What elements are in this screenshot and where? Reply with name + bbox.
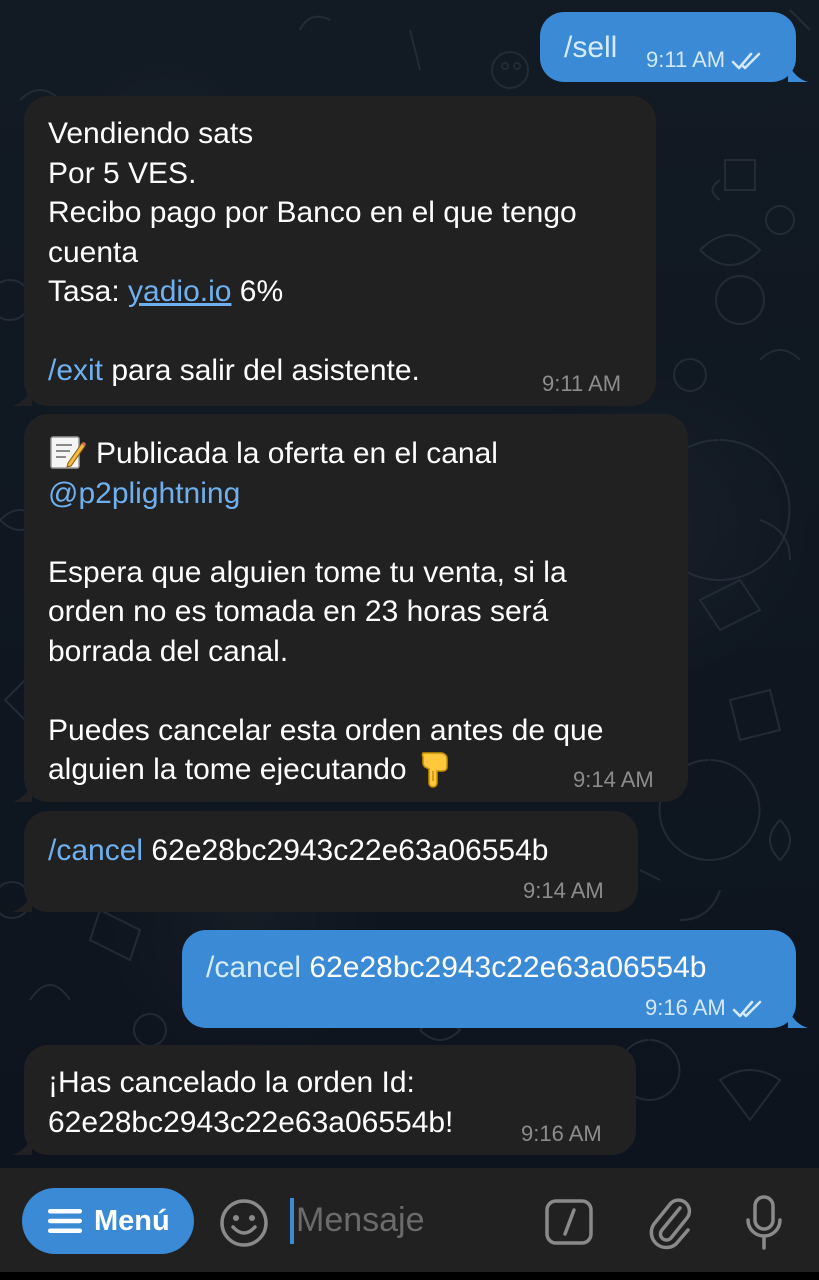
- menu-button[interactable]: Menú: [22, 1188, 194, 1254]
- message-line: 62e28bc2943c22e63a06554b!: [48, 1105, 454, 1139]
- bubble-tail: [12, 1135, 32, 1155]
- exit-line: /exit para salir del asistente.: [48, 354, 420, 387]
- incoming-message-cancel-command[interactable]: /cancel 62e28bc2943c22e63a06554b 9:14 AM: [12, 811, 638, 912]
- rate-line: Tasa: yadio.io 6%: [48, 275, 284, 308]
- message-line: Vendiendo sats: [48, 117, 254, 150]
- read-checks-icon: [731, 52, 761, 70]
- message-line: Recibo pago por Banco en el que tengo: [48, 196, 577, 229]
- bubble-tail: [788, 62, 808, 82]
- message-time: 9:11 AM: [646, 48, 763, 72]
- incoming-message-cancelled[interactable]: ¡Has cancelado la orden Id: 62e28bc2943c…: [12, 1045, 636, 1155]
- outgoing-message-sell[interactable]: /sell 9:11 AM: [540, 12, 808, 82]
- menu-label: Menú: [94, 1204, 170, 1237]
- incoming-message-sell-info[interactable]: Vendiendo sats Por 5 VES. Recibo pago po…: [12, 96, 656, 406]
- message-time: 9:11 AM: [542, 371, 622, 396]
- message-line: cuenta: [48, 235, 139, 269]
- message-line: Espera que alguien tome tu venta, si la: [48, 555, 567, 589]
- message-time: 9:14 AM: [523, 878, 604, 903]
- cancel-command[interactable]: /cancel: [206, 951, 301, 984]
- bubble-tail: [12, 386, 32, 406]
- order-id: 62e28bc2943c22e63a06554b: [143, 834, 549, 867]
- cancel-line: /cancel 62e28bc2943c22e63a06554b: [48, 831, 548, 871]
- memo-emoji-icon: [50, 436, 86, 469]
- message-input-bar: Menú: [0, 1168, 819, 1280]
- paperclip-icon[interactable]: [646, 1194, 694, 1250]
- microphone-icon[interactable]: [744, 1194, 784, 1252]
- outgoing-message-cancel[interactable]: /cancel 62e28bc2943c22e63a06554b 9:16 AM: [182, 930, 808, 1028]
- system-nav-bar: [0, 1272, 819, 1280]
- exit-command[interactable]: /exit: [48, 354, 103, 387]
- message-time: 9:16 AM: [521, 1121, 602, 1146]
- cancel-command[interactable]: /cancel: [48, 834, 143, 867]
- emoji-icon[interactable]: [218, 1197, 270, 1249]
- message-line: orden no es tomada en 23 horas será: [48, 595, 549, 628]
- message-time: 9:16 AM: [645, 996, 764, 1020]
- order-id: 62e28bc2943c22e63a06554b: [301, 951, 707, 984]
- yadio-link[interactable]: yadio.io: [128, 275, 231, 308]
- bubble-tail: [788, 1008, 808, 1028]
- bubble-tail: [12, 782, 32, 802]
- message-line-last: alguien la tome ejecutando: [48, 750, 603, 790]
- published-line: Publicada la oferta en el canal: [48, 434, 603, 474]
- chat-area[interactable]: /sell 9:11 AM Vendiendo sats Por 5 VES. …: [0, 0, 819, 1168]
- channel-mention[interactable]: @p2plightning: [48, 474, 603, 514]
- menu-lines-icon: [48, 1209, 82, 1233]
- message-line: Puedes cancelar esta orden antes de que: [48, 713, 604, 747]
- message-line: Por 5 VES.: [48, 156, 197, 190]
- incoming-message-published[interactable]: Publicada la oferta en el canal @p2pligh…: [12, 414, 688, 802]
- message-line: borrada del canal.: [48, 634, 289, 668]
- sell-command[interactable]: /sell: [564, 28, 617, 68]
- message-input[interactable]: [290, 1190, 520, 1250]
- bot-command-icon[interactable]: [544, 1198, 594, 1246]
- message-time: 9:14 AM: [573, 767, 654, 792]
- cancel-line: /cancel 62e28bc2943c22e63a06554b: [206, 948, 706, 988]
- message-line: ¡Has cancelado la orden Id:: [48, 1066, 415, 1099]
- read-checks-icon: [732, 1000, 762, 1018]
- bubble-tail: [12, 892, 32, 912]
- pointing-down-emoji-icon: [421, 752, 448, 788]
